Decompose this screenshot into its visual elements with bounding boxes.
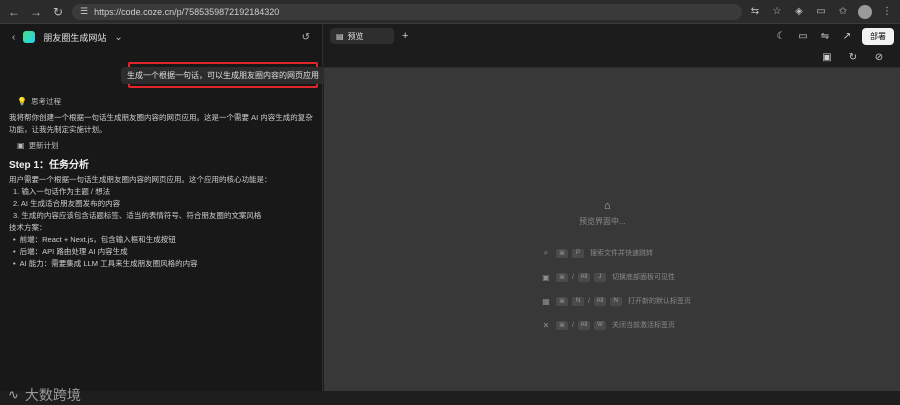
chat-panel: ‹ 朋友圈生成网站 ⌄ ↺ 生成一个根据一句话，可以生成朋友圈内容的网页应用 💡… <box>0 24 325 403</box>
more-icon[interactable]: ⋮ <box>880 6 894 17</box>
thinking-label: 思考过程 <box>30 97 61 106</box>
history-icon[interactable]: ↺ <box>302 32 310 43</box>
favorites-icon[interactable]: ✩ <box>836 6 850 17</box>
chevron-down-icon[interactable]: ⌄ <box>114 32 122 43</box>
preview-toolbar: ▣ ↻ ⊘ <box>324 48 900 68</box>
app-logo <box>23 31 36 43</box>
calendar-icon: ▦ <box>542 296 550 306</box>
ghost-icon: ⌂ <box>604 200 611 212</box>
preview-panel: ▤ 预览 + ☾ ▭ ⇋ ↗ 部署 ▣ ↻ ⊘ ⌂ 预览界面中... ⌕ ⌘ P… <box>324 24 900 391</box>
list-item: 3. 生成的内容应该包含话题标签、适当的表情符号、符合朋友圈的文案风格 <box>13 211 262 220</box>
shortcut-row: ⌕ ⌘ P 搜索文件并快速跳转 <box>540 248 653 258</box>
split-icon[interactable]: ▭ <box>814 6 828 17</box>
site-info-icon[interactable]: ☰ <box>80 6 88 17</box>
back-icon[interactable]: ← <box>6 4 22 20</box>
step-description: 用户需要一个根据一句话生成朋友圈内容的网页应用。这个应用的核心功能是： <box>9 175 272 184</box>
preview-area: ⌂ 预览界面中... ⌕ ⌘ P 搜索文件并快速跳转 ▣ ⌘ / Alt J 切… <box>324 68 900 391</box>
url-bar[interactable]: ☰ https://code.coze.cn/p/758535987219218… <box>72 3 742 20</box>
assistant-response: 💡 思考过程 我将帮你创建一个根据一句话生成朋友圈内容的网页应用。这是一个需要 … <box>9 96 317 270</box>
watermark-text: 大数跨境 <box>24 387 81 403</box>
add-tab-icon[interactable]: + <box>402 30 408 42</box>
step-title: Step 1：任务分析 <box>9 160 90 171</box>
chevron-left-icon[interactable]: ‹ <box>12 32 15 43</box>
folder-icon[interactable]: ▭ <box>796 31 810 42</box>
list-item: • AI 能力：需要集成 LLM 工具来生成朋友圈风格的内容 <box>13 259 198 268</box>
compare-icon[interactable]: ⇋ <box>818 31 832 42</box>
preview-tab-icon: ▤ <box>336 31 344 41</box>
terminal-icon: ▣ <box>542 272 550 282</box>
watermark: ∿ 大数跨境 <box>8 385 81 405</box>
user-message: 生成一个根据一句话，可以生成朋友圈内容的网页应用 <box>121 66 325 84</box>
translate-icon[interactable]: ⇆ <box>748 6 762 17</box>
deploy-button[interactable]: 部署 <box>862 27 894 45</box>
tab-label: 预览 <box>347 31 364 41</box>
intro-text: 我将帮你创建一个根据一句话生成朋友圈内容的网页应用。这是一个需要 AI 内容生成… <box>9 113 313 134</box>
plan-toggle[interactable]: ▣ 更新计划 <box>9 140 59 152</box>
forward-icon[interactable]: → <box>28 4 44 20</box>
screen-icon[interactable]: ▣ <box>820 52 834 63</box>
close-icon: ✕ <box>542 320 550 330</box>
browser-toolbar: ← → ↻ ☰ https://code.coze.cn/p/758535987… <box>0 0 900 24</box>
no-preview-icon[interactable]: ⊘ <box>872 52 886 63</box>
tab-bar: ▤ 预览 + ☾ ▭ ⇋ ↗ 部署 <box>324 24 900 48</box>
shortcut-row: ✕ ⌘ / Alt W 关闭当前激活标签页 <box>540 320 675 330</box>
thinking-toggle[interactable]: 💡 思考过程 <box>9 96 61 108</box>
list-item: • 前端：React + Next.js，包含输入框和生成按钮 <box>13 235 176 244</box>
avatar[interactable] <box>858 4 872 19</box>
tab-preview[interactable]: ▤ 预览 <box>330 28 394 44</box>
loading-text: 预览界面中... <box>579 217 626 226</box>
shortcut-row: ▣ ⌘ / Alt J 切换底部面板可见性 <box>540 272 675 282</box>
list-item: 2. AI 生成适合朋友圈发布的内容 <box>13 199 121 208</box>
plan-icon: ▣ <box>17 141 25 150</box>
chat-header: ‹ 朋友圈生成网站 ⌄ ↺ <box>0 24 322 50</box>
app-name[interactable]: 朋友圈生成网站 <box>43 31 106 44</box>
shortcut-row: ▦ ⌘ N / Alt N 打开新的默认标签页 <box>540 296 691 306</box>
list-item: • 后端：API 路由处理 AI 内容生成 <box>13 247 128 256</box>
list-item: 1. 输入一句话作为主题 / 想法 <box>13 187 111 196</box>
url-text: https://code.coze.cn/p/75853598721921843… <box>94 6 280 17</box>
reload-icon[interactable]: ↻ <box>50 4 66 20</box>
user-message-highlight: 生成一个根据一句话，可以生成朋友圈内容的网页应用 <box>121 62 325 88</box>
extensions-icon[interactable]: ◈ <box>792 6 806 17</box>
theme-icon[interactable]: ☾ <box>774 31 788 42</box>
refresh-icon[interactable]: ↻ <box>846 52 860 63</box>
search-icon: ⌕ <box>543 248 549 257</box>
star-icon[interactable]: ☆ <box>770 6 784 17</box>
lightbulb-icon: 💡 <box>17 97 27 106</box>
open-external-icon[interactable]: ↗ <box>840 31 854 42</box>
plan-label: 更新计划 <box>28 141 59 150</box>
watermark-logo-icon: ∿ <box>8 387 19 402</box>
tech-label: 技术方案： <box>9 223 47 232</box>
